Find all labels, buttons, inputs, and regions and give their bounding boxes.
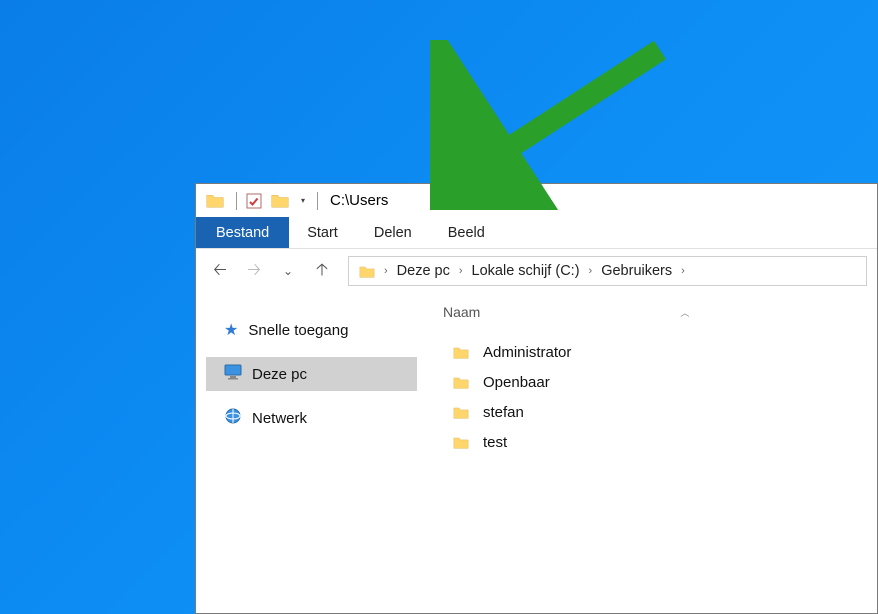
tab-file[interactable]: Bestand xyxy=(196,217,289,248)
window-title: C:\Users xyxy=(330,192,388,209)
folder-label: stefan xyxy=(483,404,524,421)
network-icon xyxy=(224,408,242,428)
ribbon-tabs: Bestand Start Delen Beeld xyxy=(196,217,877,249)
separator xyxy=(317,192,318,210)
tab-home[interactable]: Start xyxy=(289,217,356,248)
forward-button[interactable]: 🡢 xyxy=(240,257,268,285)
folder-item[interactable]: Openbaar xyxy=(429,367,869,397)
back-button[interactable]: 🡠 xyxy=(206,257,234,285)
tab-share[interactable]: Delen xyxy=(356,217,430,248)
qat-dropdown[interactable]: ▾ xyxy=(295,196,311,205)
folder-label: Administrator xyxy=(483,344,571,361)
content-pane: Naam ︿ Administrator Openbaar stefan xyxy=(421,293,877,613)
tab-view[interactable]: Beeld xyxy=(430,217,503,248)
folder-item[interactable]: Administrator xyxy=(429,337,869,367)
breadcrumb-root-icon[interactable] xyxy=(353,257,381,285)
sidebar-item-label: Snelle toegang xyxy=(248,322,348,339)
titlebar: ▾ C:\Users xyxy=(196,184,877,217)
up-button[interactable]: 🡡 xyxy=(308,257,336,285)
folder-item[interactable]: stefan xyxy=(429,397,869,427)
file-list: Administrator Openbaar stefan test xyxy=(429,337,869,457)
column-header[interactable]: Naam ︿ xyxy=(429,299,869,325)
monitor-icon xyxy=(224,364,242,384)
folder-icon xyxy=(453,436,469,449)
new-folder-icon[interactable] xyxy=(269,190,291,212)
sidebar-item-quick-access[interactable]: ★ Snelle toegang xyxy=(206,313,417,347)
breadcrumb-segment[interactable]: Lokale schijf (C:) xyxy=(466,257,586,285)
sidebar-item-this-pc[interactable]: Deze pc xyxy=(206,357,417,391)
sidebar-item-label: Netwerk xyxy=(252,410,307,427)
properties-icon[interactable] xyxy=(243,190,265,212)
folder-label: test xyxy=(483,434,507,451)
folder-icon xyxy=(453,376,469,389)
navbar: 🡠 🡢 ⌄ 🡡 › Deze pc › Lokale schijf (C:) ›… xyxy=(196,249,877,293)
folder-label: Openbaar xyxy=(483,374,550,391)
explorer-body: ★ Snelle toegang Deze pc xyxy=(196,293,877,613)
column-name-label: Naam xyxy=(443,304,480,320)
chevron-right-icon[interactable]: › xyxy=(586,265,596,277)
star-icon: ★ xyxy=(224,320,238,340)
folder-icon xyxy=(453,406,469,419)
sidebar-item-network[interactable]: Netwerk xyxy=(206,401,417,435)
folder-icon xyxy=(453,346,469,359)
sort-indicator-icon: ︿ xyxy=(680,306,689,319)
sidebar-item-label: Deze pc xyxy=(252,366,307,383)
explorer-window: ▾ C:\Users Bestand Start Delen Beeld 🡠 🡢… xyxy=(195,183,878,614)
chevron-right-icon[interactable]: › xyxy=(381,265,391,277)
folder-icon[interactable] xyxy=(204,190,226,212)
chevron-right-icon[interactable]: › xyxy=(678,265,688,277)
navigation-pane: ★ Snelle toegang Deze pc xyxy=(196,293,421,613)
separator xyxy=(236,192,237,210)
breadcrumb-segment[interactable]: Deze pc xyxy=(391,257,456,285)
history-dropdown[interactable]: ⌄ xyxy=(274,257,302,285)
chevron-right-icon[interactable]: › xyxy=(456,265,466,277)
address-bar[interactable]: › Deze pc › Lokale schijf (C:) › Gebruik… xyxy=(348,256,867,286)
breadcrumb-segment[interactable]: Gebruikers xyxy=(595,257,678,285)
folder-item[interactable]: test xyxy=(429,427,869,457)
